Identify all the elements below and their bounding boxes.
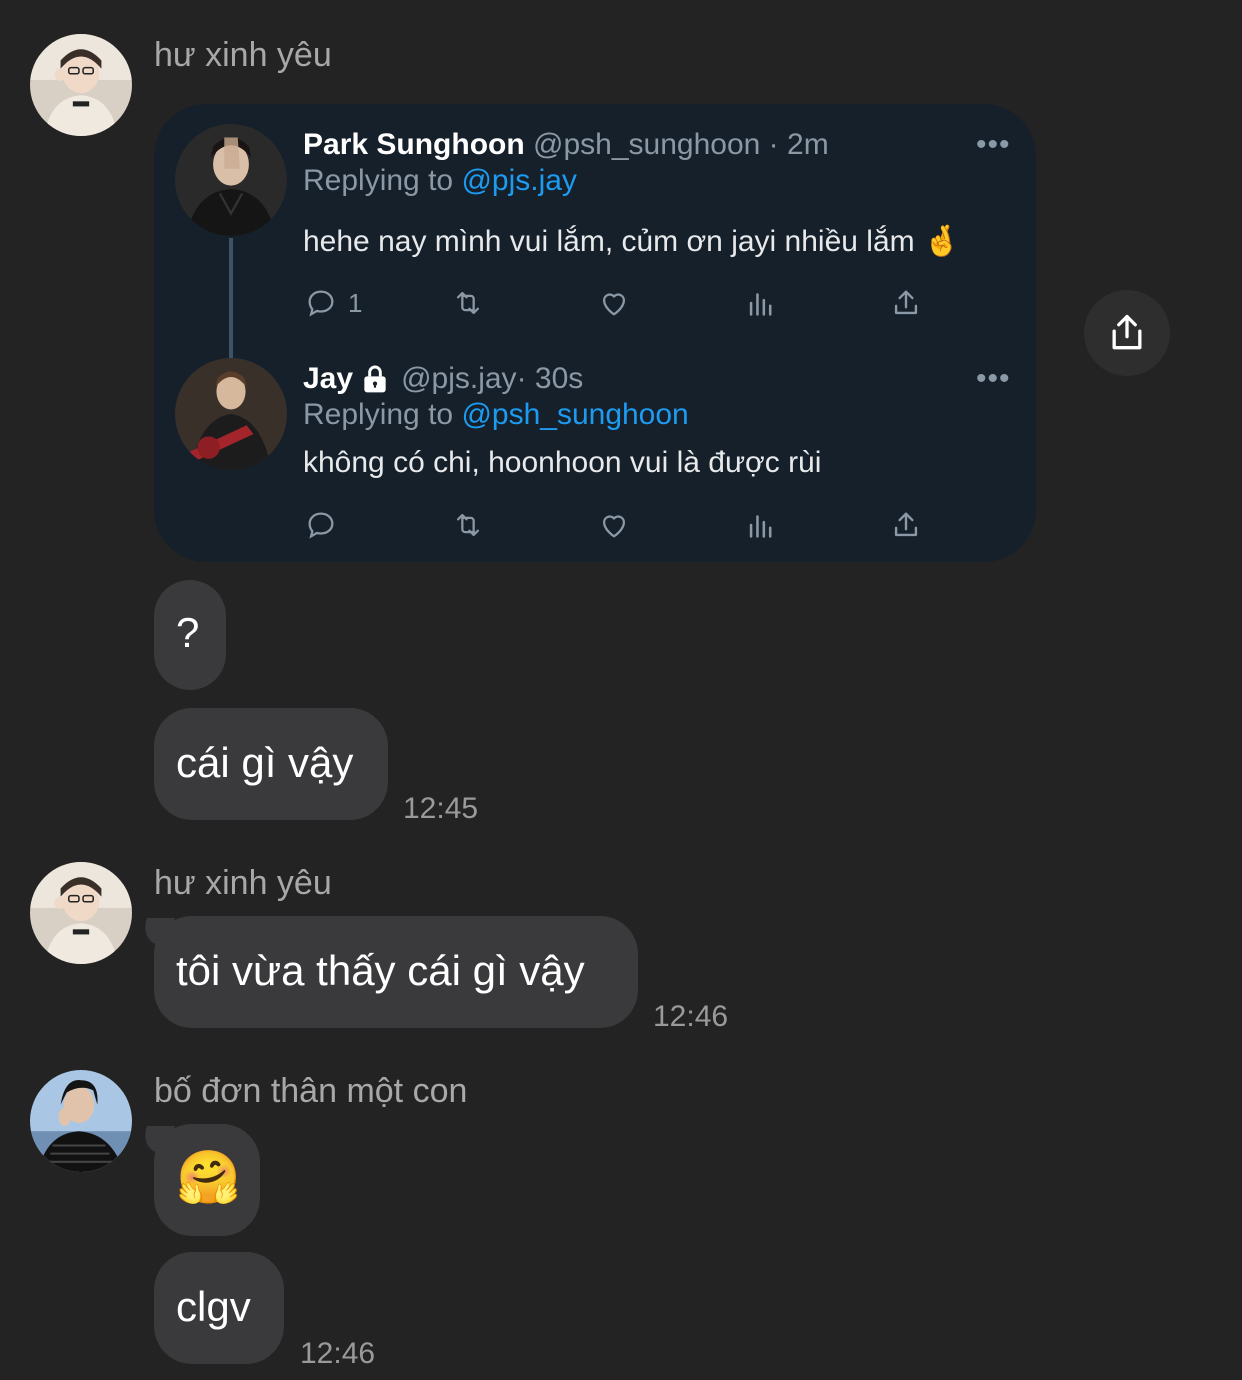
message-timestamp: 12:46 — [300, 1337, 376, 1370]
message-timestamp: 12:46 — [653, 1000, 729, 1033]
tweet1-replying-to: Replying to @pjs.jay — [303, 164, 577, 198]
tweet1-handle[interactable]: @psh_sunghoon — [533, 128, 760, 161]
tweet2-reply-button[interactable] — [304, 508, 338, 542]
views-icon — [749, 293, 772, 316]
message-text: tôi vừa thấy cái gì vậy — [176, 947, 585, 994]
message-bubble[interactable]: tôi vừa thấy cái gì vậy — [154, 916, 638, 1028]
tweet1-reply-button[interactable]: 1 — [304, 286, 362, 320]
message-text: clgv — [176, 1283, 251, 1330]
forward-share-button[interactable] — [1084, 290, 1170, 376]
tweet1-retweet-button[interactable] — [450, 286, 486, 320]
message-bubble[interactable]: cái gì vậy — [154, 708, 388, 820]
tweet-avatar-park-sunghoon — [175, 124, 287, 236]
retweet-icon — [456, 513, 480, 537]
tweet2-retweet-button[interactable] — [450, 508, 486, 542]
reply-icon — [308, 290, 334, 317]
tweet1-author-name[interactable]: Park Sunghoon — [303, 128, 525, 161]
tweet1-header: Park Sunghoon @psh_sunghoon · 2m — [303, 128, 829, 162]
emoji-hugging-face: 🤗 — [176, 1149, 241, 1207]
replying-prefix: Replying to — [303, 164, 462, 197]
share-icon — [1112, 314, 1142, 350]
sender-name: bố đơn thân một con — [154, 1072, 468, 1110]
lock-icon — [364, 365, 386, 393]
tweet2-share-button[interactable] — [889, 508, 923, 542]
tweet1-share-button[interactable] — [889, 286, 923, 320]
tweet2-text: không có chi, hoonhoon vui là được rùi — [303, 446, 822, 479]
avatar-photo — [30, 34, 132, 136]
tweet1-time: · 2m — [760, 128, 829, 161]
message-bubble[interactable]: ? — [154, 580, 226, 690]
tweet1-more-icon[interactable]: ••• — [976, 130, 1011, 160]
avatar-photo — [30, 1070, 132, 1172]
avatar-hu-xinh-yeu[interactable] — [30, 34, 132, 136]
tweet-screenshot-card[interactable]: Park Sunghoon @psh_sunghoon · 2m ••• Rep… — [154, 104, 1036, 562]
tweet1-like-button[interactable] — [596, 286, 632, 320]
tweet1-text: hehe nay mình vui lắm, củm ơn jayi nhiều… — [303, 225, 961, 258]
tweet1-views-button[interactable] — [744, 286, 778, 320]
tweet2-header: Jay @pjs.jay · 30s — [303, 362, 583, 396]
heart-icon — [602, 293, 626, 316]
sender-name: hư xinh yêu — [154, 864, 332, 902]
thread-line — [229, 238, 233, 358]
tweet2-handle[interactable]: @pjs.jay — [401, 362, 517, 396]
share-icon — [894, 512, 918, 537]
reply-icon — [308, 512, 334, 539]
reply-count: 1 — [348, 287, 363, 318]
tweet2-views-button[interactable] — [744, 508, 778, 542]
message-text: cái gì vậy — [176, 739, 354, 786]
retweet-icon — [456, 291, 480, 315]
message-bubble-emoji[interactable]: 🤗 — [154, 1124, 260, 1236]
tweet2-replying-to: Replying to @psh_sunghoon — [303, 398, 689, 432]
tweet2-time: · 30s — [516, 362, 584, 395]
message-text: ? — [176, 609, 200, 656]
replying-prefix: Replying to — [303, 398, 462, 431]
tweet-avatar-jay — [175, 358, 287, 470]
tweet2-more-icon[interactable]: ••• — [976, 364, 1011, 394]
sender-name: hư xinh yêu — [154, 36, 332, 74]
message-bubble[interactable]: clgv — [154, 1252, 284, 1364]
mention-link[interactable]: @pjs.jay — [461, 164, 577, 197]
avatar-hu-xinh-yeu[interactable] — [30, 862, 132, 964]
views-icon — [749, 515, 772, 538]
mention-link[interactable]: @psh_sunghoon — [461, 398, 688, 431]
tweet2-author-name[interactable]: Jay — [303, 362, 353, 396]
avatar-bo-don-than-mot-con[interactable] — [30, 1070, 132, 1172]
avatar-photo — [30, 862, 132, 964]
share-icon — [894, 290, 918, 315]
message-timestamp: 12:45 — [403, 792, 479, 825]
heart-icon — [602, 515, 626, 538]
tweet2-like-button[interactable] — [596, 508, 632, 542]
